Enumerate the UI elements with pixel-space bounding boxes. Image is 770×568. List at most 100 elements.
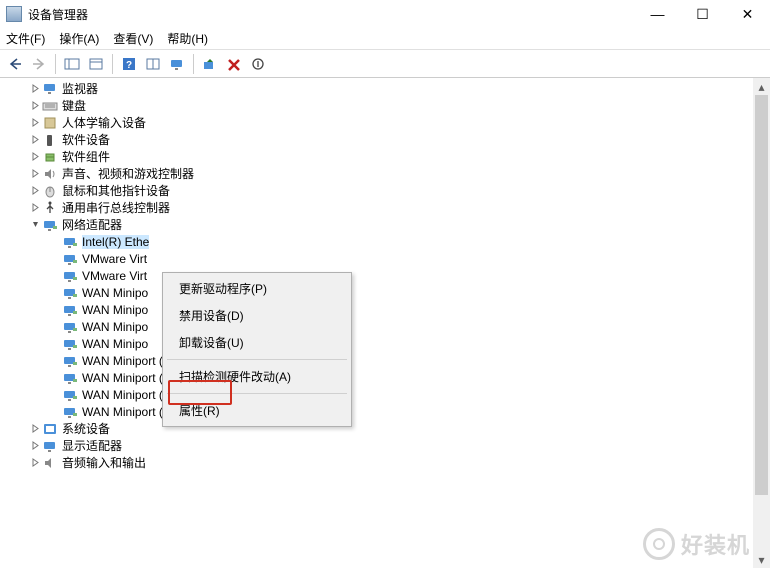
tree-node[interactable]: 音频输入和输出 xyxy=(0,454,770,471)
minimize-button[interactable]: — xyxy=(635,0,680,28)
menu-file[interactable]: 文件(F) xyxy=(6,30,45,47)
expand-icon[interactable] xyxy=(28,116,42,130)
expand-icon[interactable] xyxy=(28,422,42,436)
menu-help[interactable]: 帮助(H) xyxy=(167,30,208,47)
watermark: 好装机 xyxy=(643,528,750,560)
expander-placeholder xyxy=(48,303,62,317)
expander-placeholder xyxy=(48,269,62,283)
help-button[interactable]: ? xyxy=(118,53,140,75)
svg-text:?: ? xyxy=(126,60,132,71)
tree-node[interactable]: 显示适配器 xyxy=(0,437,770,454)
forward-button[interactable] xyxy=(28,53,50,75)
context-menu-separator xyxy=(167,393,347,394)
usb-icon xyxy=(42,201,58,215)
expander-placeholder xyxy=(48,405,62,419)
net-icon xyxy=(62,354,78,368)
expand-icon[interactable] xyxy=(28,184,42,198)
back-button[interactable] xyxy=(4,53,26,75)
window-title: 设备管理器 xyxy=(28,6,635,23)
tree-node[interactable]: 软件设备 xyxy=(0,131,770,148)
menu-action[interactable]: 操作(A) xyxy=(59,30,99,47)
context-menu-update-driver[interactable]: 更新驱动程序(P) xyxy=(165,275,349,302)
show-hide-tree-button[interactable] xyxy=(61,53,83,75)
context-menu: 更新驱动程序(P) 禁用设备(D) 卸载设备(U) 扫描检测硬件改动(A) 属性… xyxy=(162,272,352,427)
tree-node[interactable]: 监视器 xyxy=(0,80,770,97)
expander-placeholder xyxy=(48,320,62,334)
tree-node-label: WAN Minipo xyxy=(82,337,148,351)
tree-node[interactable]: WAN Minipo xyxy=(0,284,770,301)
tree-node[interactable]: 软件组件 xyxy=(0,148,770,165)
close-button[interactable]: ✕ xyxy=(725,0,770,28)
tree-node[interactable]: WAN Minipo xyxy=(0,301,770,318)
uninstall-button[interactable] xyxy=(223,53,245,75)
expand-icon[interactable] xyxy=(28,82,42,96)
net-icon xyxy=(42,218,58,232)
context-menu-separator xyxy=(167,359,347,360)
display-icon xyxy=(42,439,58,453)
tree-node[interactable]: 通用串行总线控制器 xyxy=(0,199,770,216)
context-menu-uninstall[interactable]: 卸载设备(U) xyxy=(165,329,349,356)
tree-node[interactable]: WAN Minipo xyxy=(0,335,770,352)
tree-node[interactable]: 人体学输入设备 xyxy=(0,114,770,131)
toolbar-button-6[interactable] xyxy=(142,53,164,75)
tree-node-label: 显示适配器 xyxy=(62,437,122,454)
tree-node[interactable]: WAN Miniport (PPTP) xyxy=(0,386,770,403)
tree-node[interactable]: 键盘 xyxy=(0,97,770,114)
tree-node[interactable]: WAN Miniport (PPPOE) xyxy=(0,369,770,386)
tree-node[interactable]: VMware Virt xyxy=(0,267,770,284)
tree-node-label: 软件组件 xyxy=(62,148,110,165)
vertical-scrollbar[interactable]: ▴ ▾ xyxy=(753,78,770,568)
tree-node[interactable]: WAN Miniport (SSTP) xyxy=(0,403,770,420)
maximize-button[interactable]: ☐ xyxy=(680,0,725,28)
context-menu-scan[interactable]: 扫描检测硬件改动(A) xyxy=(165,363,349,390)
tree-node[interactable]: 声音、视频和游戏控制器 xyxy=(0,165,770,182)
expand-icon[interactable] xyxy=(28,99,42,113)
tree-node-label: VMware Virt xyxy=(82,252,147,266)
scroll-down-button[interactable]: ▾ xyxy=(753,551,770,568)
toolbar-button-4[interactable] xyxy=(85,53,107,75)
watermark-text: 好装机 xyxy=(681,528,750,560)
update-driver-button[interactable] xyxy=(199,53,221,75)
expand-icon[interactable] xyxy=(28,167,42,181)
mouse-icon xyxy=(42,184,58,198)
expander-placeholder xyxy=(48,235,62,249)
tree-node-label: 监视器 xyxy=(62,80,98,97)
tree-node-label: 人体学输入设备 xyxy=(62,114,146,131)
toolbar: ? xyxy=(0,50,770,78)
tree-node[interactable]: 网络适配器 xyxy=(0,216,770,233)
net-icon xyxy=(62,388,78,402)
disable-button[interactable] xyxy=(247,53,269,75)
tree-node[interactable]: WAN Minipo xyxy=(0,318,770,335)
expander-placeholder xyxy=(48,252,62,266)
tree-node-label: 系统设备 xyxy=(62,420,110,437)
scroll-track[interactable] xyxy=(753,95,770,551)
device-tree[interactable]: 监视器键盘人体学输入设备软件设备软件组件声音、视频和游戏控制器鼠标和其他指针设备… xyxy=(0,78,770,568)
window-buttons: — ☐ ✕ xyxy=(635,0,770,28)
tree-node-label: 软件设备 xyxy=(62,131,110,148)
hid-icon xyxy=(42,116,58,130)
expand-icon[interactable] xyxy=(28,133,42,147)
expand-icon[interactable] xyxy=(28,150,42,164)
tree-node[interactable]: VMware Virt xyxy=(0,250,770,267)
expander-placeholder xyxy=(48,388,62,402)
menubar: 文件(F) 操作(A) 查看(V) 帮助(H) xyxy=(0,28,770,50)
scan-hardware-button[interactable] xyxy=(166,53,188,75)
tree-node[interactable]: 系统设备 xyxy=(0,420,770,437)
tree-node-label: 鼠标和其他指针设备 xyxy=(62,182,170,199)
tree-node[interactable]: Intel(R) Ethe xyxy=(0,233,770,250)
collapse-icon[interactable] xyxy=(28,218,42,232)
net-icon xyxy=(62,405,78,419)
tree-node[interactable]: 鼠标和其他指针设备 xyxy=(0,182,770,199)
expand-icon[interactable] xyxy=(28,201,42,215)
tree-node[interactable]: WAN Miniport (Network Monitor) xyxy=(0,352,770,369)
tree-node-label: 声音、视频和游戏控制器 xyxy=(62,165,194,182)
scroll-up-button[interactable]: ▴ xyxy=(753,78,770,95)
scroll-thumb[interactable] xyxy=(755,95,768,495)
menu-view[interactable]: 查看(V) xyxy=(113,30,153,47)
context-menu-properties[interactable]: 属性(R) xyxy=(165,397,349,424)
expand-icon[interactable] xyxy=(28,456,42,470)
expand-icon[interactable] xyxy=(28,439,42,453)
context-menu-disable[interactable]: 禁用设备(D) xyxy=(165,302,349,329)
expander-placeholder xyxy=(48,286,62,300)
net-icon xyxy=(62,303,78,317)
